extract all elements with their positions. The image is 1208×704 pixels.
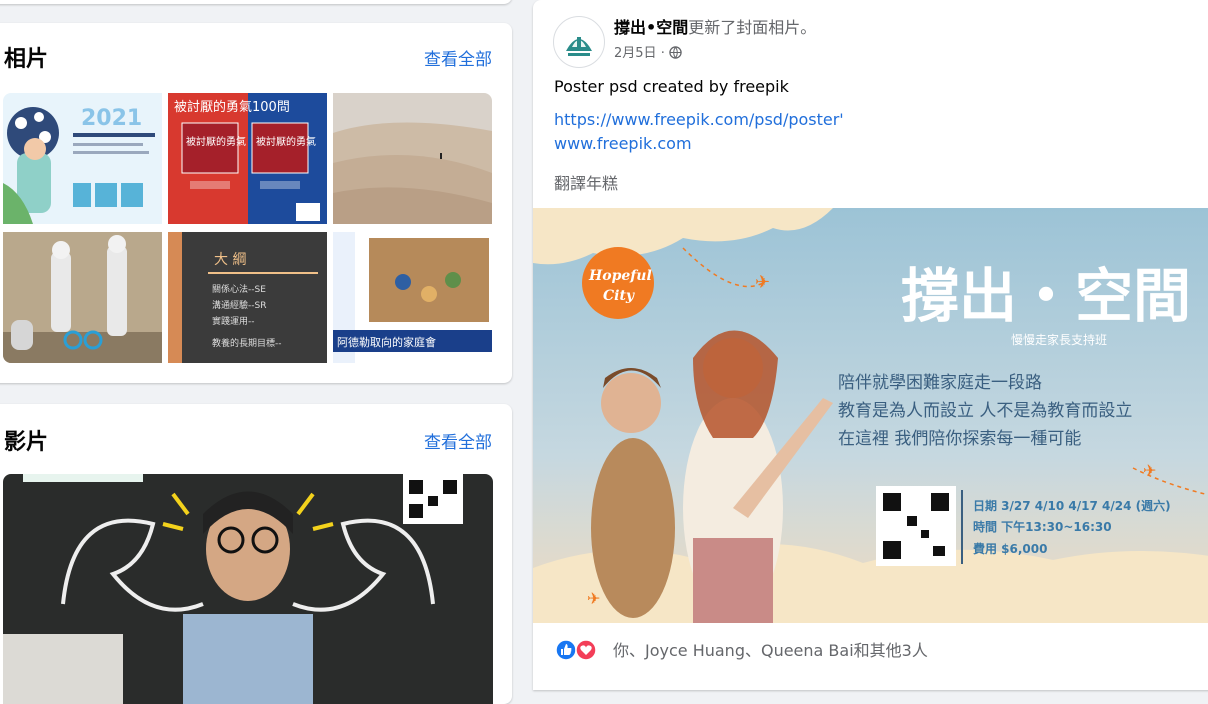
photos-section: 相片 查看全部 2021 被討厭的勇氣100問 被討厭的勇氣 被討厭的勇氣 大 … xyxy=(0,23,512,383)
photo-thumb-3[interactable] xyxy=(333,93,492,224)
svg-text:✈: ✈ xyxy=(755,272,770,293)
cover-photo[interactable]: ✈ ✈ ✈ Hopeful City 撐出・空間 慢慢走家長支持班 陪伴就學困難… xyxy=(533,208,1208,623)
svg-text:被討厭的勇氣: 被討厭的勇氣 xyxy=(256,135,316,148)
post-card: 撐出•空間更新了封面相片。 2月5日 · Poster psd created … xyxy=(533,0,1208,690)
banner-title: 撐出・空間 xyxy=(901,262,1191,330)
svg-text:被討厭的勇氣100問: 被討厭的勇氣100問 xyxy=(174,99,290,115)
post-action-text: 更新了封面相片。 xyxy=(688,18,817,37)
page-name-link[interactable]: 撐出•空間 xyxy=(614,18,688,37)
outline-slide-image: 大 綱 關係心法--SE 溝通經驗--SR 實踐運用-- 教養的長期目標-- xyxy=(168,232,327,363)
svg-text:溝通經驗--SR: 溝通經驗--SR xyxy=(212,299,266,311)
family-council-image: 阿德勒取向的家庭會 xyxy=(333,232,492,363)
poster-2021-image: 2021 xyxy=(3,93,162,224)
stormtroopers-image xyxy=(3,232,162,363)
globe-icon[interactable] xyxy=(669,46,682,63)
svg-text:阿德勒取向的家庭會: 阿德勒取向的家庭會 xyxy=(337,335,436,349)
photo-thumb-5[interactable]: 大 綱 關係心法--SE 溝通經驗--SR 實踐運用-- 教養的長期目標-- xyxy=(168,232,327,363)
banner-date-line: 日期 3/27 4/10 4/17 4/24 (週六) xyxy=(973,498,1171,513)
videos-see-all-link[interactable]: 查看全部 xyxy=(424,428,492,453)
svg-text:✈: ✈ xyxy=(1143,461,1156,480)
reaction-names-link[interactable]: 你、Joyce Huang、Queena Bai和其他3人 xyxy=(613,637,928,661)
desert-image xyxy=(333,93,492,224)
strong-person-video-image xyxy=(3,474,493,704)
photo-thumb-4[interactable] xyxy=(3,232,162,363)
post-meta: 2月5日 · xyxy=(614,42,682,63)
banner-subtitle: 慢慢走家長支持班 xyxy=(1011,332,1107,347)
like-icon xyxy=(555,639,577,661)
videos-section: 影片 查看全部 xyxy=(0,404,512,704)
photo-thumb-6[interactable]: 阿德勒取向的家庭會 xyxy=(333,232,492,363)
photos-see-all-link[interactable]: 查看全部 xyxy=(424,45,492,70)
banner-line3: 在這裡 我們陪你探索每一種可能 xyxy=(838,429,1081,449)
post-date-link[interactable]: 2月5日 xyxy=(614,46,657,61)
banner-line2: 教育是為人而設立 人不是為教育而設立 xyxy=(838,401,1132,421)
love-icon xyxy=(575,639,597,661)
videos-title: 影片 xyxy=(4,430,49,455)
svg-text:教養的長期目標--: 教養的長期目標-- xyxy=(212,337,282,349)
page-avatar[interactable] xyxy=(553,16,605,68)
banner-line1: 陪伴就學困難家庭走一段路 xyxy=(838,373,1042,393)
translate-link[interactable]: 翻譯年糕 xyxy=(554,170,618,194)
photo-thumb-2[interactable]: 被討厭的勇氣100問 被討厭的勇氣 被討厭的勇氣 xyxy=(168,93,327,224)
post-header: 撐出•空間更新了封面相片。 xyxy=(614,14,816,38)
banner-logo-line1: Hopeful xyxy=(588,268,652,284)
photo-thumb-1[interactable]: 2021 xyxy=(3,93,162,224)
svg-text:被討厭的勇氣: 被討厭的勇氣 xyxy=(186,135,246,148)
banner-logo-line2: City xyxy=(603,288,635,304)
cover-banner-image: ✈ ✈ ✈ Hopeful City 撐出・空間 慢慢走家長支持班 陪伴就學困難… xyxy=(533,208,1208,623)
svg-text:關係心法--SE: 關係心法--SE xyxy=(212,283,266,295)
svg-text:✈: ✈ xyxy=(587,589,600,608)
photos-title: 相片 xyxy=(4,47,49,72)
reaction-icons[interactable] xyxy=(555,636,597,664)
intro-card-bottom xyxy=(0,0,512,4)
post-link-2[interactable]: www.freepik.com xyxy=(554,134,692,153)
meta-separator: · xyxy=(660,46,669,61)
hopeful-city-logo-icon xyxy=(566,37,592,56)
banner-fee-line: 費用 $6,000 xyxy=(973,541,1048,556)
post-body-text: Poster psd created by freepik xyxy=(554,77,789,96)
video-thumb-1[interactable] xyxy=(3,474,493,704)
svg-text:實踐運用--: 實踐運用-- xyxy=(212,315,255,327)
book-poster-image: 被討厭的勇氣100問 被討厭的勇氣 被討厭的勇氣 xyxy=(168,93,327,224)
svg-text:2021: 2021 xyxy=(81,106,142,131)
post-link-1[interactable]: https://www.freepik.com/psd/poster' xyxy=(554,110,844,129)
svg-text:大 綱: 大 綱 xyxy=(214,252,246,268)
banner-time-line: 時間 下午13:30~16:30 xyxy=(973,519,1112,534)
